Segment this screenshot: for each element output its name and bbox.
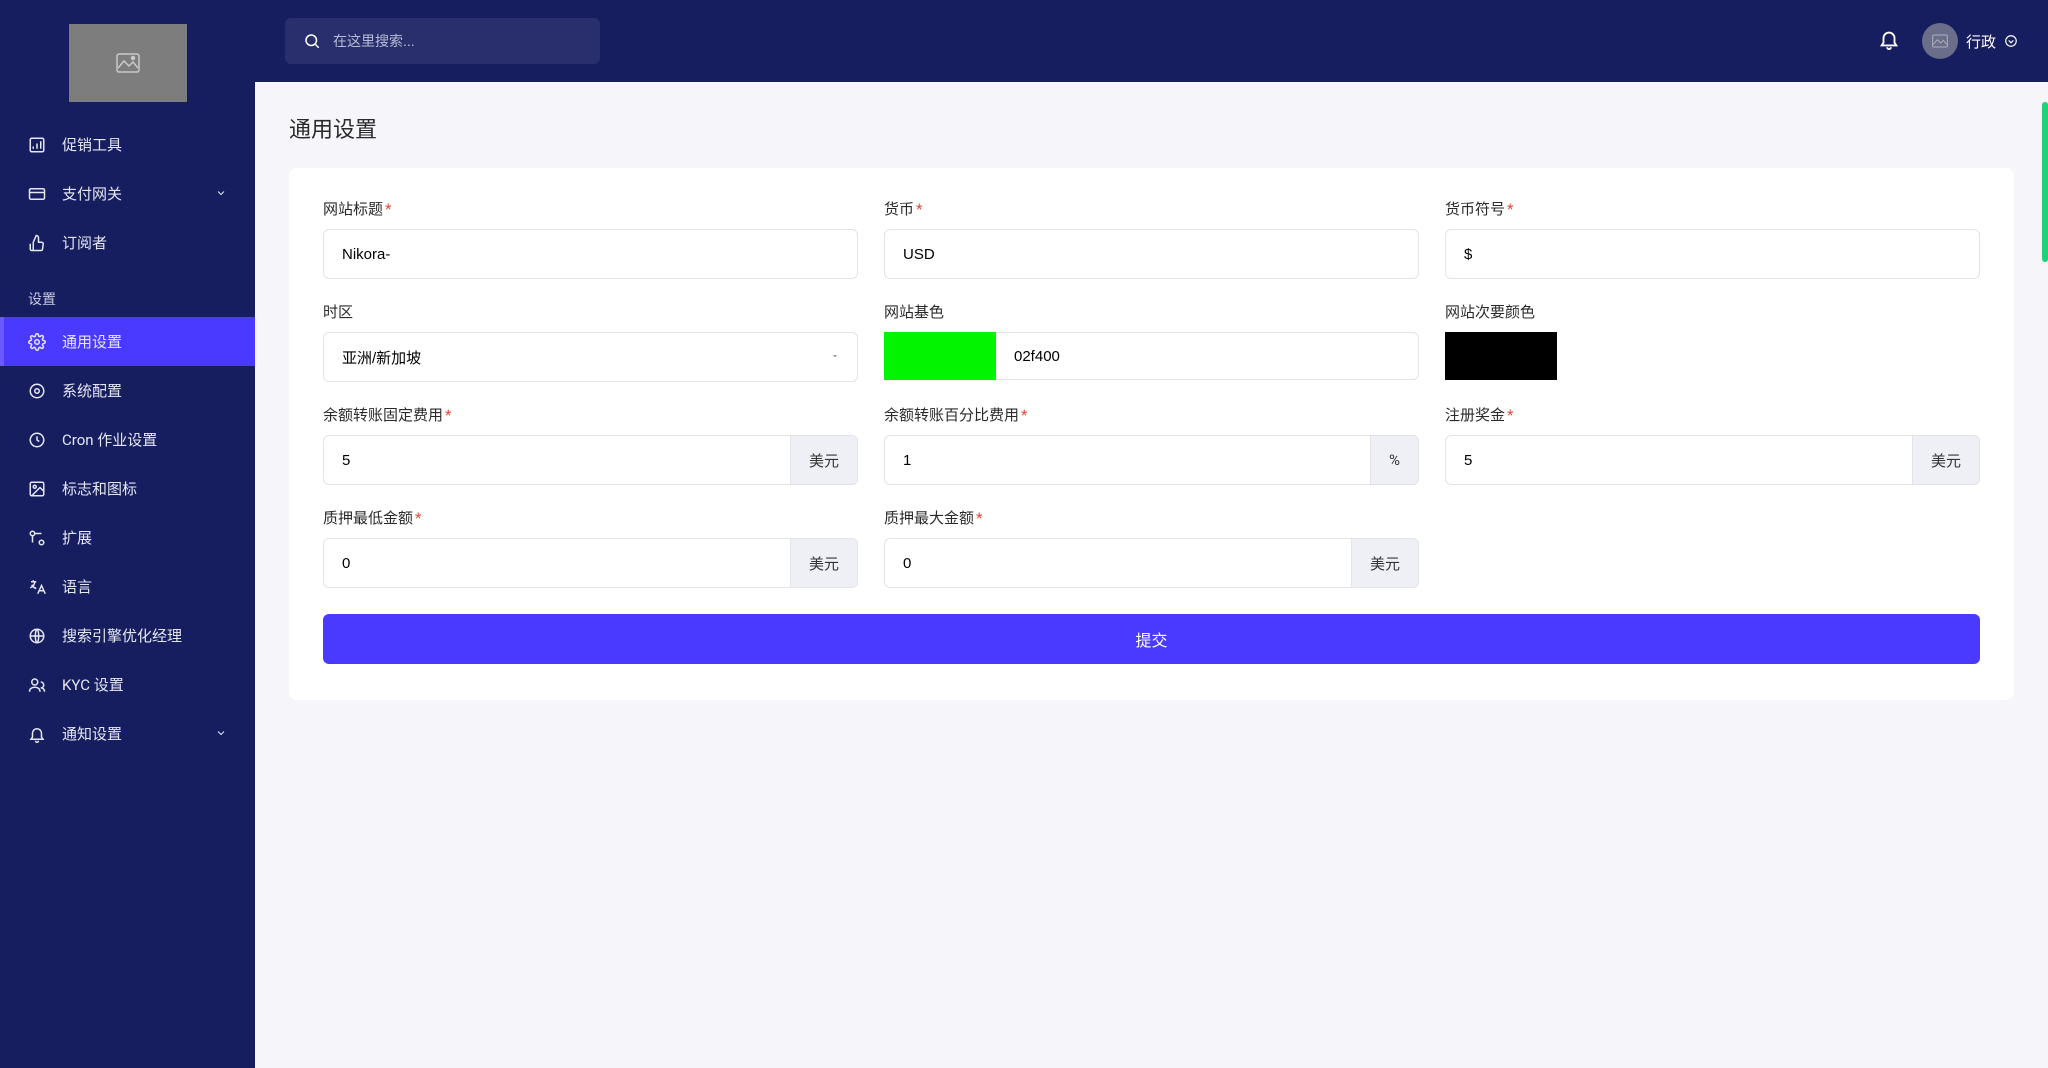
label-currency-symbol: 货币符号*	[1445, 198, 1980, 219]
card-icon	[28, 185, 46, 203]
user-menu[interactable]: 行政	[1922, 23, 2018, 59]
label-stake-max: 质押最大金额*	[884, 507, 1419, 528]
field-percent-fee: 余额转账百分比费用* %	[884, 404, 1419, 485]
field-base-color: 网站基色	[884, 301, 1419, 382]
label-stake-min: 质押最低金额*	[323, 507, 858, 528]
search-icon	[303, 32, 321, 50]
sidebar-item-promo[interactable]: 促销工具	[0, 120, 255, 169]
sidebar-item-system[interactable]: 系统配置	[0, 366, 255, 415]
sidebar-item-subscribers[interactable]: 订阅者	[0, 218, 255, 267]
field-stake-min: 质押最低金额* 美元	[323, 507, 858, 588]
swatch-base-color[interactable]	[884, 332, 996, 380]
image-placeholder-icon	[115, 53, 141, 73]
search-input[interactable]	[333, 33, 582, 49]
addon-percent-fee: %	[1371, 435, 1419, 485]
input-stake-max[interactable]	[884, 538, 1352, 588]
bell-icon	[1878, 28, 1900, 50]
sidebar-item-kyc[interactable]: KYC 设置	[0, 660, 255, 709]
label-signup-bonus: 注册奖金*	[1445, 404, 1980, 425]
sidebar-item-label: 通知设置	[62, 723, 122, 744]
label-fixed-fee: 余额转账固定费用*	[323, 404, 858, 425]
settings-icon	[28, 382, 46, 400]
addon-signup-bonus: 美元	[1913, 435, 1980, 485]
input-base-color[interactable]	[996, 332, 1419, 380]
addon-fixed-fee: 美元	[791, 435, 858, 485]
thumbs-up-icon	[28, 234, 46, 252]
input-signup-bonus[interactable]	[1445, 435, 1913, 485]
page-title: 通用设置	[289, 112, 2014, 144]
input-site-title[interactable]	[323, 229, 858, 279]
label-site-title: 网站标题*	[323, 198, 858, 219]
field-site-title: 网站标题*	[323, 198, 858, 279]
input-currency-symbol[interactable]	[1445, 229, 1980, 279]
field-currency-symbol: 货币符号*	[1445, 198, 1980, 279]
language-icon	[28, 578, 46, 596]
field-stake-max: 质押最大金额* 美元	[884, 507, 1419, 588]
avatar	[1922, 23, 1958, 59]
submit-button[interactable]: 提交	[323, 614, 1980, 664]
notifications-button[interactable]	[1878, 28, 1900, 54]
swatch-secondary-color[interactable]	[1445, 332, 1557, 380]
search-box[interactable]	[285, 18, 600, 64]
field-secondary-color: 网站次要颜色	[1445, 301, 1980, 382]
sidebar-item-gateway[interactable]: 支付网关	[0, 169, 255, 218]
input-stake-min[interactable]	[323, 538, 791, 588]
globe-icon	[28, 627, 46, 645]
sidebar-item-label: 标志和图标	[62, 478, 137, 499]
sidebar-item-label: 支付网关	[62, 183, 122, 204]
scroll-indicator	[2042, 102, 2048, 262]
main: 行政 通用设置 网站标题* 货币* 货	[255, 0, 2048, 1068]
field-empty	[1445, 507, 1980, 588]
input-percent-fee[interactable]	[884, 435, 1371, 485]
bell-icon	[28, 725, 46, 743]
select-timezone[interactable]	[323, 332, 858, 382]
sidebar-item-seo[interactable]: 搜索引擎优化经理	[0, 611, 255, 660]
sidebar-item-cron[interactable]: Cron 作业设置	[0, 415, 255, 464]
sidebar-item-label: 搜索引擎优化经理	[62, 625, 182, 646]
users-icon	[28, 676, 46, 694]
field-fixed-fee: 余额转账固定费用* 美元	[323, 404, 858, 485]
field-currency: 货币*	[884, 198, 1419, 279]
logo	[69, 24, 187, 102]
label-timezone: 时区	[323, 301, 858, 322]
sidebar: 促销工具 支付网关 订阅者 设置 通用设置	[0, 0, 255, 1068]
chart-icon	[28, 136, 46, 154]
sidebar-item-label: 通用设置	[62, 331, 122, 352]
field-signup-bonus: 注册奖金* 美元	[1445, 404, 1980, 485]
sidebar-section-label: 设置	[0, 267, 255, 317]
sidebar-item-label: 语言	[62, 576, 92, 597]
sidebar-item-lang[interactable]: 语言	[0, 562, 255, 611]
input-currency[interactable]	[884, 229, 1419, 279]
gear-icon	[28, 333, 46, 351]
avatar-placeholder-icon	[1932, 34, 1948, 48]
topbar: 行政	[255, 0, 2048, 82]
sidebar-item-ext[interactable]: 扩展	[0, 513, 255, 562]
puzzle-icon	[28, 529, 46, 547]
sidebar-item-label: 系统配置	[62, 380, 122, 401]
label-secondary-color: 网站次要颜色	[1445, 301, 1980, 322]
sidebar-item-label: 扩展	[62, 527, 92, 548]
chevron-down-icon	[215, 725, 227, 743]
field-timezone: 时区	[323, 301, 858, 382]
image-icon	[28, 480, 46, 498]
sidebar-item-label: KYC 设置	[62, 674, 124, 695]
sidebar-item-label: Cron 作业设置	[62, 429, 157, 450]
sidebar-item-notif[interactable]: 通知设置	[0, 709, 255, 758]
sidebar-item-logo[interactable]: 标志和图标	[0, 464, 255, 513]
content: 通用设置 网站标题* 货币* 货币符号*	[255, 82, 2048, 1068]
sidebar-item-label: 订阅者	[62, 232, 107, 253]
clock-icon	[28, 431, 46, 449]
settings-card: 网站标题* 货币* 货币符号* 时区	[289, 168, 2014, 700]
chevron-down-icon	[2004, 34, 2018, 48]
label-base-color: 网站基色	[884, 301, 1419, 322]
addon-stake-max: 美元	[1352, 538, 1419, 588]
chevron-down-icon	[215, 185, 227, 203]
addon-stake-min: 美元	[791, 538, 858, 588]
label-currency: 货币*	[884, 198, 1419, 219]
input-fixed-fee[interactable]	[323, 435, 791, 485]
label-percent-fee: 余额转账百分比费用*	[884, 404, 1419, 425]
sidebar-item-label: 促销工具	[62, 134, 122, 155]
user-label: 行政	[1966, 31, 1996, 52]
sidebar-item-general[interactable]: 通用设置	[0, 317, 255, 366]
